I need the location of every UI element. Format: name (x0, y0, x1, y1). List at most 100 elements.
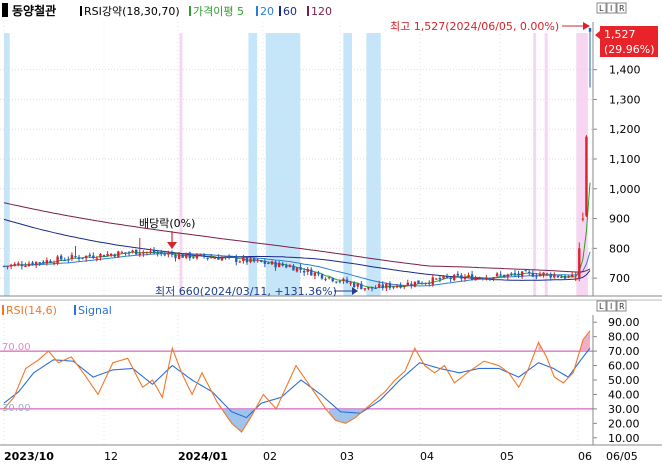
candle-body (188, 252, 192, 259)
candle-body (138, 253, 141, 255)
price-tick-label: 1,000 (609, 183, 641, 196)
price-axis-labels: 700 800 900 1,000 1,100 1,200 1,300 1,400 (593, 64, 641, 285)
candle-body (38, 262, 41, 264)
legend-ma120: 120 (311, 5, 332, 18)
candle-body (488, 278, 492, 280)
candle-body (109, 254, 113, 256)
rsi-weak-zone (343, 33, 352, 296)
candle-body (295, 267, 299, 272)
candle-body (549, 273, 552, 278)
candle-body (563, 275, 567, 279)
candle-body (131, 250, 134, 253)
svg-text:I: I (610, 4, 612, 13)
candle-body (435, 278, 438, 280)
candle-body (252, 258, 256, 262)
legend-rsi-strength: RSI강약(18,30,70) (84, 4, 180, 18)
candle-body (528, 271, 531, 273)
candle-body (124, 252, 127, 254)
candle-body (567, 276, 570, 278)
candle-body (245, 257, 249, 263)
candle-body (84, 255, 88, 259)
candle-body (495, 273, 499, 277)
candle-body (360, 283, 363, 290)
candle-body (156, 252, 159, 254)
candle-body (34, 261, 38, 266)
candle-body (170, 253, 174, 255)
candle-body (542, 272, 545, 275)
candle-body (285, 265, 288, 268)
candle-body (6, 266, 9, 268)
date-tick-label: 03 (340, 450, 354, 463)
candle-body (95, 258, 99, 260)
candle-body (292, 265, 295, 271)
candle-body (317, 273, 320, 275)
candle-body (578, 248, 581, 279)
candle-body (520, 271, 524, 277)
rsi-tick-label: 20.00 (608, 417, 640, 430)
candle-body (77, 257, 81, 259)
candle-body (99, 253, 102, 258)
candle-body (17, 263, 20, 265)
candle-body (588, 27, 592, 32)
candle-body (413, 281, 417, 287)
candle-body (470, 274, 474, 281)
candle-body (485, 277, 488, 280)
candle-body (67, 259, 70, 261)
candle-body (581, 218, 585, 220)
rsi-legend: RSI(14,6) Signal (2, 304, 112, 317)
panel-buttons-top[interactable]: L I R (596, 2, 627, 14)
candle-body (381, 284, 384, 289)
candle-body (213, 257, 217, 259)
candle-body (474, 277, 477, 281)
candle-body (267, 263, 270, 265)
candle-body (195, 254, 199, 259)
panel-buttons-rsi[interactable]: L I R (596, 300, 627, 312)
candle-body (499, 274, 502, 276)
svg-text:L: L (599, 302, 604, 311)
candle-body (242, 257, 245, 262)
rsi-strong-zone (544, 33, 548, 296)
candle-body (224, 256, 227, 258)
svg-text:L: L (599, 4, 604, 13)
candle-body (467, 275, 470, 277)
candle-body (167, 253, 170, 255)
rsi-tick-label: 60.00 (608, 360, 640, 373)
date-tick-label: 2024/01 (178, 450, 228, 463)
candle-body (420, 283, 424, 285)
candle-body (449, 278, 452, 280)
candle-body (210, 257, 213, 259)
candle-body (335, 281, 338, 283)
candle-body (235, 256, 238, 262)
stock-name: 동양철관 (12, 3, 56, 18)
candle-body (302, 270, 306, 273)
candle-body (352, 282, 356, 288)
candle-body (120, 252, 124, 254)
candle-body (135, 249, 138, 255)
candle-body (142, 252, 145, 254)
candle-body (503, 274, 506, 278)
candle-body (13, 263, 16, 266)
price-tick-label: 700 (609, 272, 630, 285)
candle-body (63, 260, 66, 262)
candle-body (9, 264, 13, 267)
stock-chart[interactable]: 700 800 900 1,000 1,100 1,200 1,300 1,400 10.00… (0, 0, 662, 467)
rsi-tick-label: 40.00 (608, 388, 640, 401)
candle-body (281, 263, 284, 266)
candle-body (277, 262, 281, 268)
candle-body (456, 273, 459, 276)
candle-body (570, 274, 574, 278)
rsi-tick-label: 70.00 (608, 345, 640, 358)
candle-body (288, 265, 292, 268)
low-annotation: 최저 660(2024/03/11, +131.36%) (155, 285, 337, 298)
svg-text:I: I (610, 302, 612, 311)
candle-body (524, 270, 527, 272)
candle-body (374, 287, 377, 289)
candle-body (424, 282, 427, 284)
candle-body (574, 278, 577, 280)
candle-body (185, 252, 188, 258)
candle-body (52, 262, 56, 264)
candle-body (238, 261, 242, 263)
candle-body (331, 278, 334, 282)
candle-body (438, 277, 442, 280)
candle-body (431, 277, 434, 285)
